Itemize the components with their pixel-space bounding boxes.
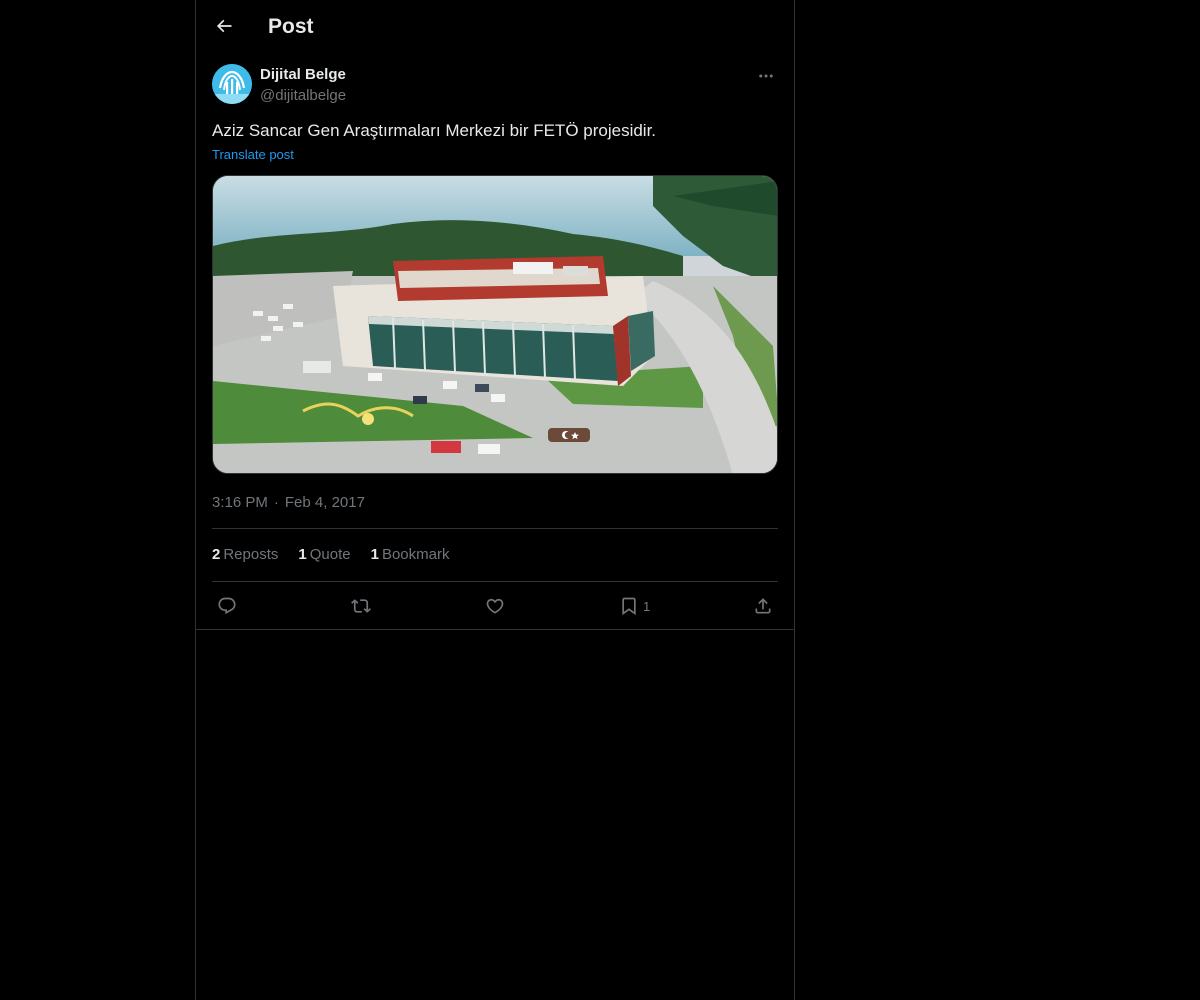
bookmark-button[interactable]: 1 bbox=[619, 594, 650, 618]
more-options-button[interactable] bbox=[754, 64, 778, 88]
reply-button[interactable] bbox=[217, 594, 237, 618]
post-article: Dijital Belge @dijitalbelge Aziz Sancar … bbox=[212, 64, 778, 616]
post-timestamp: 3:16 PM · Feb 4, 2017 bbox=[212, 493, 365, 513]
reposts-label: Reposts bbox=[223, 546, 279, 563]
like-button[interactable] bbox=[485, 594, 505, 618]
repost-icon bbox=[351, 599, 371, 613]
share-icon bbox=[755, 598, 771, 614]
more-horizontal-icon bbox=[759, 74, 773, 78]
arrow-left-icon bbox=[216, 19, 232, 33]
primary-column: Post Dijital Belge @dijitalbelge Aziz Sa… bbox=[195, 0, 795, 1000]
bookmark-icon bbox=[622, 597, 636, 616]
heart-icon bbox=[486, 598, 504, 614]
author-row: Dijital Belge @dijitalbelge bbox=[212, 64, 778, 108]
repost-button[interactable] bbox=[351, 594, 371, 618]
reposts-count: 2 bbox=[212, 546, 221, 563]
share-button[interactable] bbox=[753, 594, 773, 618]
page-title: Post bbox=[268, 15, 314, 38]
avatar[interactable] bbox=[212, 64, 252, 104]
bookmarks-stat[interactable]: 1 Bookmark bbox=[371, 545, 450, 565]
reply-icon bbox=[218, 597, 236, 615]
bookmarks-count: 1 bbox=[370, 546, 379, 563]
quotes-stat[interactable]: 1 Quote bbox=[298, 545, 350, 565]
reposts-stat[interactable]: 2 Reposts bbox=[212, 545, 278, 565]
post-text: Aziz Sancar Gen Araştırmaları Merkezi bi… bbox=[212, 121, 657, 140]
aerial-building-photo bbox=[213, 176, 777, 473]
divider bbox=[212, 581, 778, 582]
quotes-count: 1 bbox=[298, 546, 307, 563]
post-bottom-border bbox=[196, 629, 794, 630]
post-date[interactable]: Feb 4, 2017 bbox=[285, 494, 365, 511]
timestamp-separator: · bbox=[273, 494, 279, 511]
post-actions-bar: 1 bbox=[212, 594, 778, 618]
post-time[interactable]: 3:16 PM bbox=[212, 494, 268, 511]
post-stats: 2 Reposts 1 Quote 1 Bookmark bbox=[212, 545, 449, 565]
avatar-logo-image bbox=[212, 64, 252, 104]
author-handle[interactable]: @dijitalbelge bbox=[260, 86, 346, 106]
author-name[interactable]: Dijital Belge bbox=[260, 65, 346, 85]
post-media-image[interactable] bbox=[212, 175, 778, 474]
back-button[interactable] bbox=[208, 10, 240, 42]
bookmark-count: 1 bbox=[643, 598, 651, 614]
page-header: Post bbox=[196, 0, 794, 53]
bookmarks-label: Bookmark bbox=[381, 546, 450, 563]
quotes-label: Quote bbox=[309, 546, 351, 563]
divider bbox=[212, 528, 778, 529]
translate-post-link[interactable]: Translate post bbox=[212, 147, 294, 162]
